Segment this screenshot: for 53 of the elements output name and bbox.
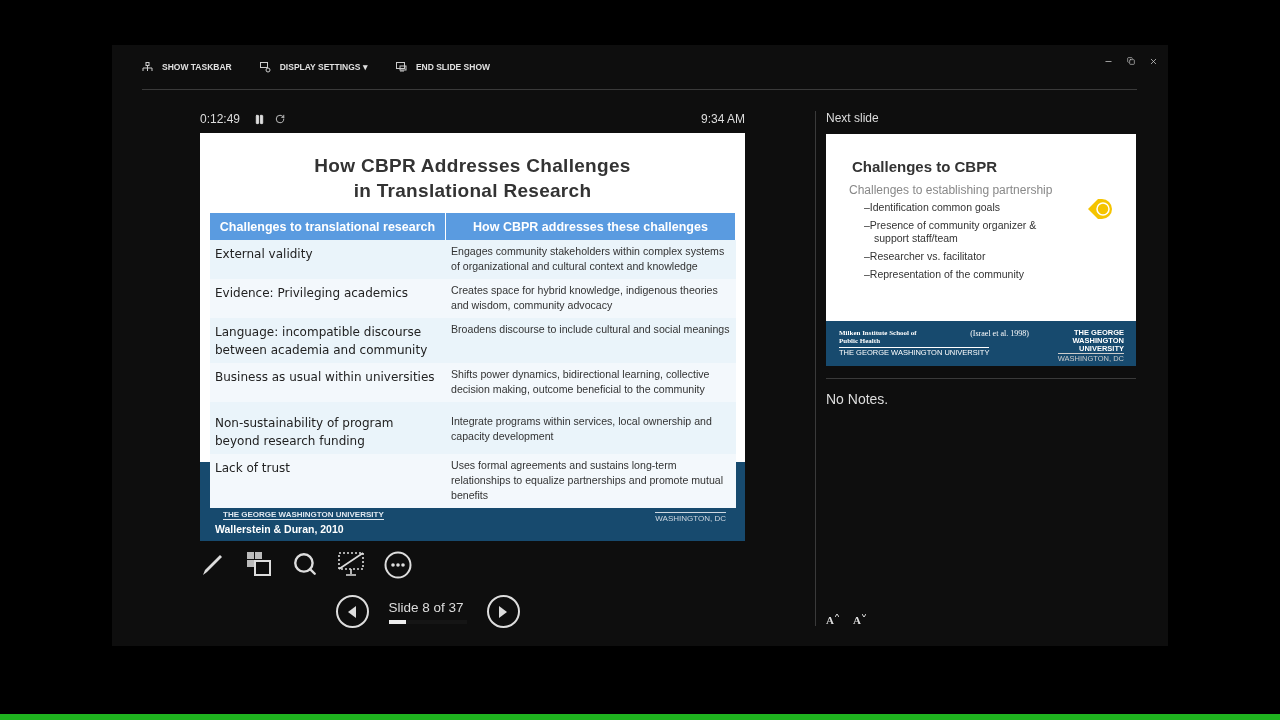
table-cell: Engages community stakeholders within complex systems of organizational and cultural context and knowledge bbox=[446, 240, 736, 279]
pause-button[interactable] bbox=[254, 113, 266, 125]
restore-button[interactable] bbox=[1127, 57, 1135, 66]
caret-up-icon bbox=[834, 614, 839, 617]
triangle-left-icon bbox=[347, 605, 357, 618]
more-button[interactable] bbox=[384, 551, 412, 579]
toolbar-button[interactable]: END SLIDE SHOW bbox=[395, 61, 491, 73]
bullet-item: –Identification common goals bbox=[864, 201, 1001, 214]
clock: 9:34 AM bbox=[700, 112, 745, 126]
table-cell: Evidence: Privileging academics bbox=[210, 279, 446, 318]
monitor-gear-icon bbox=[259, 61, 271, 73]
caret-down-icon bbox=[861, 614, 866, 617]
table-cell: External validity bbox=[210, 240, 446, 279]
slide-subtitle: Challenges to establishing partnership bbox=[849, 183, 1054, 197]
next-slide-preview[interactable] bbox=[826, 134, 1136, 366]
table-cell: Business as usual within universities bbox=[210, 363, 446, 402]
table-cell: Uses formal agreements and sustains long-term relationships to equalize partnerships and promote mutual benefits bbox=[446, 454, 736, 508]
slide-title: Challenges to CBPR bbox=[852, 158, 999, 175]
column-header: Challenges to translational research bbox=[210, 213, 446, 240]
close-icon bbox=[1149, 57, 1158, 66]
table-cell: Broadens discourse to include cultural and social meanings bbox=[446, 318, 736, 363]
taskbar-icon bbox=[142, 62, 153, 72]
slide-title: How CBPR Addresses Challenges in Translational Research bbox=[313, 154, 632, 203]
speaker-notes: No Notes. bbox=[826, 391, 890, 407]
increase-font-button[interactable]: A bbox=[826, 614, 839, 626]
next-slide-heading: Next slide bbox=[826, 111, 880, 127]
restart-button[interactable] bbox=[275, 114, 286, 124]
monitor-icon bbox=[395, 61, 407, 73]
bullet-item: –Representation of the community bbox=[864, 268, 1025, 281]
table-cell: Language: incompatible discourse between academia and community bbox=[210, 318, 446, 363]
slides-grid-button[interactable] bbox=[246, 551, 272, 579]
table-cell: Lack of trust bbox=[210, 454, 446, 508]
table-cell: Non-sustainability of program beyond research funding bbox=[210, 402, 446, 454]
previous-slide-button[interactable] bbox=[335, 595, 369, 628]
triangle-right-icon bbox=[498, 605, 508, 618]
table-cell: Creates space for hybrid knowledge, indigenous theories and wisdom, community advocacy bbox=[446, 279, 736, 318]
toolbar-button[interactable]: DISPLAY SETTINGS ▾ bbox=[259, 61, 368, 73]
university-name: THE GEORGE WASHINGTON UNIVERSITY bbox=[223, 510, 384, 520]
toolbar-button[interactable]: SHOW TASKBAR bbox=[142, 62, 232, 72]
table-cell: Integrate programs within services, local ownership and capacity development bbox=[446, 402, 736, 454]
bullet-item: –Researcher vs. facilitator bbox=[864, 250, 987, 263]
bullet-item: –Presence of community organizer & support staff/team bbox=[864, 219, 1038, 245]
decrease-font-button[interactable]: A bbox=[852, 614, 866, 626]
citation: Wallerstein & Duran, 2010 bbox=[215, 523, 345, 535]
screen-toggle-button[interactable] bbox=[338, 551, 364, 579]
column-header: How CBPR addresses these challenges bbox=[446, 213, 736, 240]
elapsed-timer: 0:12:49 bbox=[200, 112, 241, 126]
next-slide-button[interactable] bbox=[486, 595, 520, 628]
location: WASHINGTON, DC bbox=[655, 512, 726, 523]
restore-icon bbox=[1127, 57, 1135, 65]
table-cell: Shifts power dynamics, bidirectional learning, collective decision making, outcome beneficial to the community bbox=[446, 363, 736, 402]
slide-counter: Slide 8 of 37 bbox=[388, 599, 465, 615]
close-button[interactable] bbox=[1149, 57, 1158, 66]
